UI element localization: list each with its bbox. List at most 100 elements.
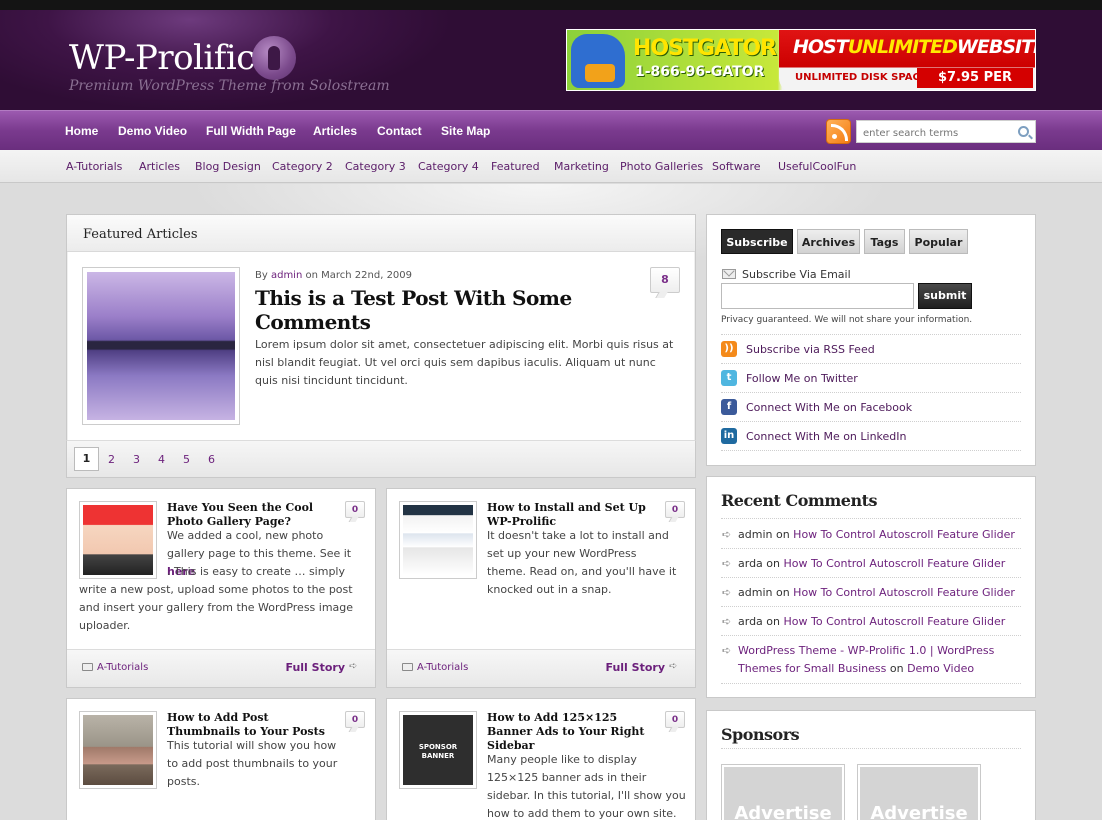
site-logo[interactable]: WP-Prolific (69, 38, 255, 78)
post-title[interactable]: How to Add 125×125 Banner Ads to Your Ri… (487, 711, 657, 753)
divider (721, 392, 1021, 393)
recent-comment-item: arda on How To Control Autoscroll Featur… (738, 615, 1006, 628)
search-icon[interactable] (1018, 126, 1029, 137)
comment-count-badge[interactable]: 0 (345, 501, 365, 518)
hostgator-banner-ad[interactable]: HOSTGATOR 1-866-96-GATOR HOSTUNLIMITEDWE… (566, 29, 1036, 91)
comment-count-badge[interactable]: 0 (345, 711, 365, 728)
featured-header: Featured Articles (67, 215, 695, 252)
post-title[interactable]: How to Install and Set Up WP-Prolific (487, 501, 657, 529)
tab-archives[interactable]: Archives (797, 229, 860, 254)
linkedin-icon: in (721, 428, 737, 444)
featured-thumbnail[interactable] (82, 267, 240, 425)
comment-count-badge[interactable]: 8 (650, 267, 680, 293)
category-link[interactable]: Blog Design (195, 160, 261, 173)
post-thumbnail[interactable] (79, 711, 157, 789)
tab-subscribe[interactable]: Subscribe (721, 229, 793, 254)
kids-on-dock-image (83, 715, 153, 785)
page-5[interactable]: 5 (183, 453, 190, 466)
email-field[interactable] (721, 283, 914, 309)
featured-title[interactable]: This is a Test Post With Some Comments (255, 286, 635, 334)
category-link[interactable]: Category 2 (272, 160, 333, 173)
submit-button[interactable]: submit (918, 283, 972, 309)
recent-comment-link[interactable]: How To Control Autoscroll Feature Glider (793, 528, 1015, 541)
lightbulb-icon (252, 36, 296, 80)
page-1[interactable]: 1 (74, 447, 99, 471)
divider (721, 334, 1021, 335)
tab-popular[interactable]: Popular (909, 229, 968, 254)
full-story-link[interactable]: Full Story (285, 661, 345, 674)
comment-count-badge[interactable]: 0 (665, 501, 685, 518)
arrow-right-icon: ➪ (722, 528, 732, 541)
sponsor-ad-slot[interactable]: Advertise (857, 764, 981, 820)
page-3[interactable]: 3 (133, 453, 140, 466)
category-link[interactable]: Category 4 (418, 160, 479, 173)
search-input[interactable] (857, 123, 1007, 144)
envelope-icon (722, 269, 736, 279)
social-link-twitter[interactable]: Follow Me on Twitter (746, 372, 858, 385)
social-link-linkedin[interactable]: Connect With Me on LinkedIn (746, 430, 907, 443)
post-excerpt: It doesn't take a lot to install and set… (487, 529, 677, 596)
category-link[interactable]: Software (712, 160, 761, 173)
site-tagline: Premium WordPress Theme from Solostream (69, 78, 390, 94)
category-link[interactable]: Category 3 (345, 160, 406, 173)
divider (721, 577, 1021, 578)
social-link-facebook[interactable]: Connect With Me on Facebook (746, 401, 912, 414)
category-link[interactable]: A-Tutorials (66, 160, 122, 173)
post-category-link[interactable]: A-Tutorials (417, 662, 468, 673)
recent-comments-heading: Recent Comments (721, 491, 877, 510)
divider (721, 635, 1021, 636)
recent-comment-item: arda on How To Control Autoscroll Featur… (738, 557, 1006, 570)
mountain-lake-image (87, 272, 235, 420)
advertise-label: Advertise (860, 767, 978, 820)
post-footer: A-Tutorials Full Story ➪ (67, 649, 375, 687)
recent-comment-link[interactable]: How To Control Autoscroll Feature Glider (793, 586, 1015, 599)
banner-brand: HOSTGATOR (633, 36, 777, 61)
rss-icon[interactable] (826, 119, 851, 144)
post-thumbnail[interactable]: SPONSOR BANNER (399, 711, 477, 789)
nav-articles[interactable]: Articles (313, 124, 357, 138)
banner-phone: 1-866-96-GATOR (635, 64, 765, 80)
divider (721, 363, 1021, 364)
recent-comment-link[interactable]: Demo Video (907, 662, 974, 675)
nav-contact[interactable]: Contact (377, 124, 422, 138)
nav-demo-video[interactable]: Demo Video (118, 124, 187, 138)
post-thumbnail[interactable] (399, 501, 477, 579)
arrow-right-icon: ➪ (722, 644, 732, 657)
page-6[interactable]: 6 (208, 453, 215, 466)
social-link-rss[interactable]: Subscribe via RSS Feed (746, 343, 875, 356)
nav-full-width-page[interactable]: Full Width Page (206, 124, 296, 138)
author-link[interactable]: admin (271, 270, 302, 281)
divider (721, 606, 1021, 607)
tab-tags[interactable]: Tags (864, 229, 905, 254)
rss-icon: )) (721, 341, 737, 357)
nav-home[interactable]: Home (65, 124, 98, 138)
page-2[interactable]: 2 (108, 453, 115, 466)
site-header: WP-Prolific Premium WordPress Theme from… (0, 10, 1102, 110)
search-box (856, 120, 1036, 144)
sponsors-heading: Sponsors (721, 725, 800, 744)
comment-count-badge[interactable]: 0 (665, 711, 685, 728)
banner-price: $7.95 PER MONTH (917, 68, 1033, 88)
main-navigation: Home Demo Video Full Width Page Articles… (0, 110, 1102, 150)
sponsor-ad-slot[interactable]: Advertise (721, 764, 845, 820)
recent-comment-item: admin on How To Control Autoscroll Featu… (738, 586, 1015, 599)
recent-comment-link[interactable]: How To Control Autoscroll Feature Glider (784, 557, 1006, 570)
category-link[interactable]: Photo Galleries (620, 160, 703, 173)
post-title[interactable]: Have You Seen the Cool Photo Gallery Pag… (167, 501, 327, 529)
full-story-link[interactable]: Full Story (605, 661, 665, 674)
category-link[interactable]: UsefulCoolFun (778, 160, 856, 173)
divider (721, 548, 1021, 549)
page-4[interactable]: 4 (158, 453, 165, 466)
category-link[interactable]: Articles (139, 160, 180, 173)
post-footer: A-Tutorials Full Story ➪ (387, 649, 695, 687)
post-title[interactable]: How to Add Post Thumbnails to Your Posts (167, 711, 337, 739)
post-card: Have You Seen the Cool Photo Gallery Pag… (66, 488, 376, 688)
divider (721, 748, 1021, 749)
nav-site-map[interactable]: Site Map (441, 124, 490, 138)
recent-comment-link[interactable]: How To Control Autoscroll Feature Glider (784, 615, 1006, 628)
post-category-link[interactable]: A-Tutorials (97, 662, 148, 673)
arrow-right-icon: ➪ (349, 661, 358, 672)
category-link[interactable]: Featured (491, 160, 540, 173)
category-link[interactable]: Marketing (554, 160, 609, 173)
recent-comment-item: WordPress Theme - WP-Prolific 1.0 | Word… (738, 644, 995, 675)
